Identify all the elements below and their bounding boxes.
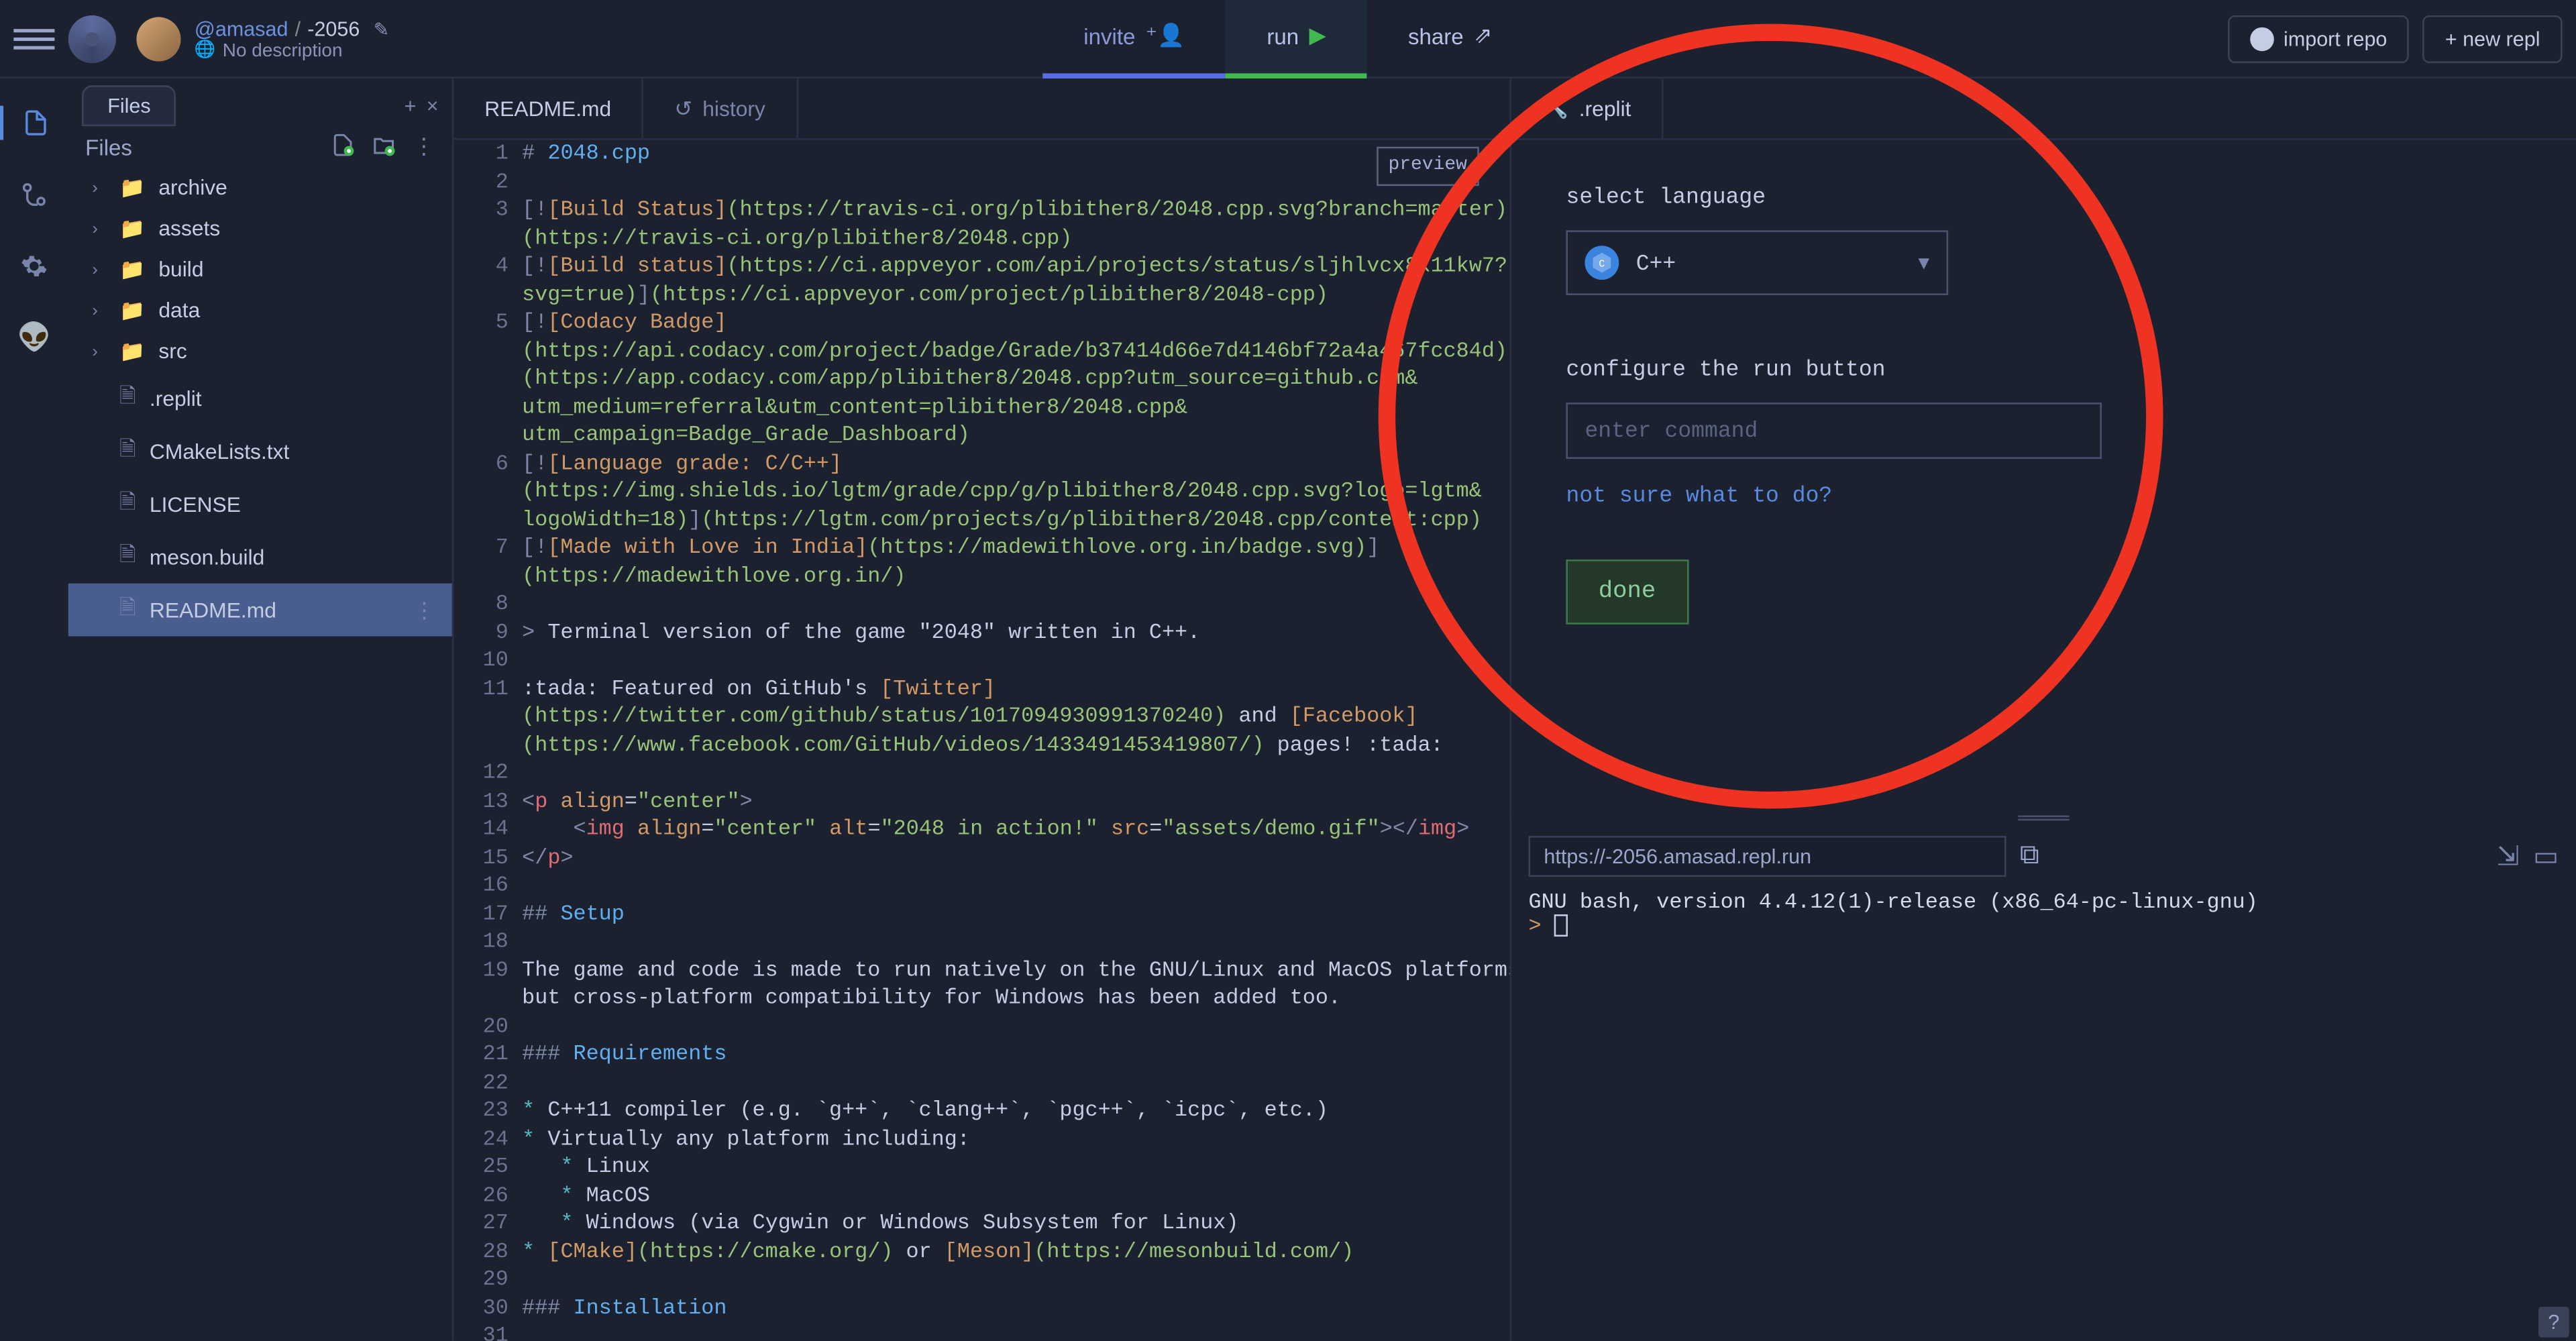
terminal-expand-icon[interactable]: ▭: [2533, 839, 2559, 873]
files-icon[interactable]: [0, 106, 68, 140]
language-picker[interactable]: C C++ ▾: [1566, 230, 1948, 295]
import-repo-button[interactable]: import repo: [2227, 15, 2409, 62]
hamburger-icon[interactable]: [13, 28, 54, 49]
file-meson-build[interactable]: 🗎meson.build: [68, 531, 452, 584]
close-tab-icon[interactable]: ×: [427, 94, 439, 118]
wrench-icon: 🔧: [1542, 95, 1569, 121]
terminal-popout-icon[interactable]: ⇲: [2497, 839, 2520, 873]
alien-icon[interactable]: 👽: [17, 321, 51, 355]
file-CMakeLists-txt[interactable]: 🗎CMakeLists.txt: [68, 425, 452, 478]
avatar[interactable]: [136, 16, 180, 60]
add-tab-icon[interactable]: +: [405, 94, 417, 118]
folder-data[interactable]: ›📁data: [68, 290, 452, 331]
console-url[interactable]: https://-2056.amasad.repl.run: [1529, 836, 2006, 877]
editor-pane: README.md ↺ history 12345678910111213141…: [452, 78, 1510, 1341]
file-README-md[interactable]: 🗎README.md⋮: [68, 584, 452, 637]
owner-link[interactable]: @amasad: [195, 16, 288, 40]
run-button[interactable]: run ▶: [1226, 0, 1367, 78]
slash: /: [295, 16, 301, 40]
cpp-icon: C: [1585, 246, 1619, 280]
play-icon: ▶: [1309, 22, 1326, 50]
pencil-icon[interactable]: [367, 16, 390, 40]
files-header-label: Files: [85, 134, 132, 160]
svg-text:C: C: [1599, 260, 1605, 270]
history-tab[interactable]: ↺ history: [644, 78, 798, 138]
top-bar: @amasad / -2056 No description invite ⁺👤…: [0, 0, 2576, 78]
terminal[interactable]: GNU bash, version 4.4.12(1)-release (x86…: [1511, 890, 2576, 1340]
configure-run-label: configure the run button: [1566, 356, 2521, 382]
done-button[interactable]: done: [1566, 559, 1688, 625]
folder-archive[interactable]: ›📁archive: [68, 167, 452, 208]
version-control-icon[interactable]: [17, 177, 51, 211]
terminal-cursor: [1554, 915, 1568, 937]
files-tab[interactable]: Files: [82, 85, 176, 126]
new-folder-icon[interactable]: [372, 133, 396, 160]
file--replit[interactable]: 🗎.replit: [68, 372, 452, 425]
more-icon[interactable]: ⋮: [413, 133, 435, 160]
left-icon-bar: 👽: [0, 78, 68, 1341]
new-file-icon[interactable]: [331, 133, 355, 160]
repl-description: No description: [195, 40, 389, 61]
center-actions: invite ⁺👤 run ▶ share ⇗: [1042, 0, 1534, 78]
run-command-input[interactable]: [1566, 403, 2102, 459]
file-panel: Files + × Files ⋮ ›📁archive›📁assets›📁bui…: [68, 78, 452, 1341]
terminal-prompt: >: [1529, 914, 1542, 938]
editor-tab-readme[interactable]: README.md: [453, 78, 643, 138]
file-LICENSE[interactable]: 🗎LICENSE: [68, 478, 452, 531]
pane-divider[interactable]: [1511, 812, 2576, 822]
new-repl-button[interactable]: + new repl: [2423, 15, 2563, 62]
github-icon: [2249, 26, 2273, 50]
select-language-label: select language: [1566, 184, 2521, 210]
folder-assets[interactable]: ›📁assets: [68, 208, 452, 249]
replit-logo-icon[interactable]: [68, 15, 116, 62]
repl-name[interactable]: -2056: [307, 16, 360, 40]
folder-build[interactable]: ›📁build: [68, 249, 452, 290]
settings-icon[interactable]: [17, 249, 51, 283]
invite-button[interactable]: invite ⁺👤: [1042, 0, 1226, 78]
share-icon: ⇗: [1474, 22, 1493, 50]
language-value: C++: [1636, 250, 1676, 276]
folder-src[interactable]: ›📁src: [68, 331, 452, 372]
right-pane: 🔧 .replit select language C C++ ▾ config…: [1510, 78, 2576, 1341]
open-external-icon[interactable]: ⧉: [2020, 841, 2039, 872]
preview-button[interactable]: preview: [1377, 147, 1479, 185]
chevron-down-icon: ▾: [1919, 250, 1930, 276]
repl-title-block: @amasad / -2056 No description: [195, 16, 389, 60]
history-icon: ↺: [674, 95, 692, 121]
help-link[interactable]: not sure what to do?: [1566, 483, 2521, 508]
config-tab-replit[interactable]: 🔧 .replit: [1511, 78, 1664, 138]
help-icon[interactable]: ?: [2538, 1307, 2569, 1338]
terminal-line: GNU bash, version 4.4.12(1)-release (x86…: [1529, 890, 2559, 914]
share-button[interactable]: share ⇗: [1367, 0, 1534, 78]
person-plus-icon: ⁺👤: [1146, 22, 1185, 50]
